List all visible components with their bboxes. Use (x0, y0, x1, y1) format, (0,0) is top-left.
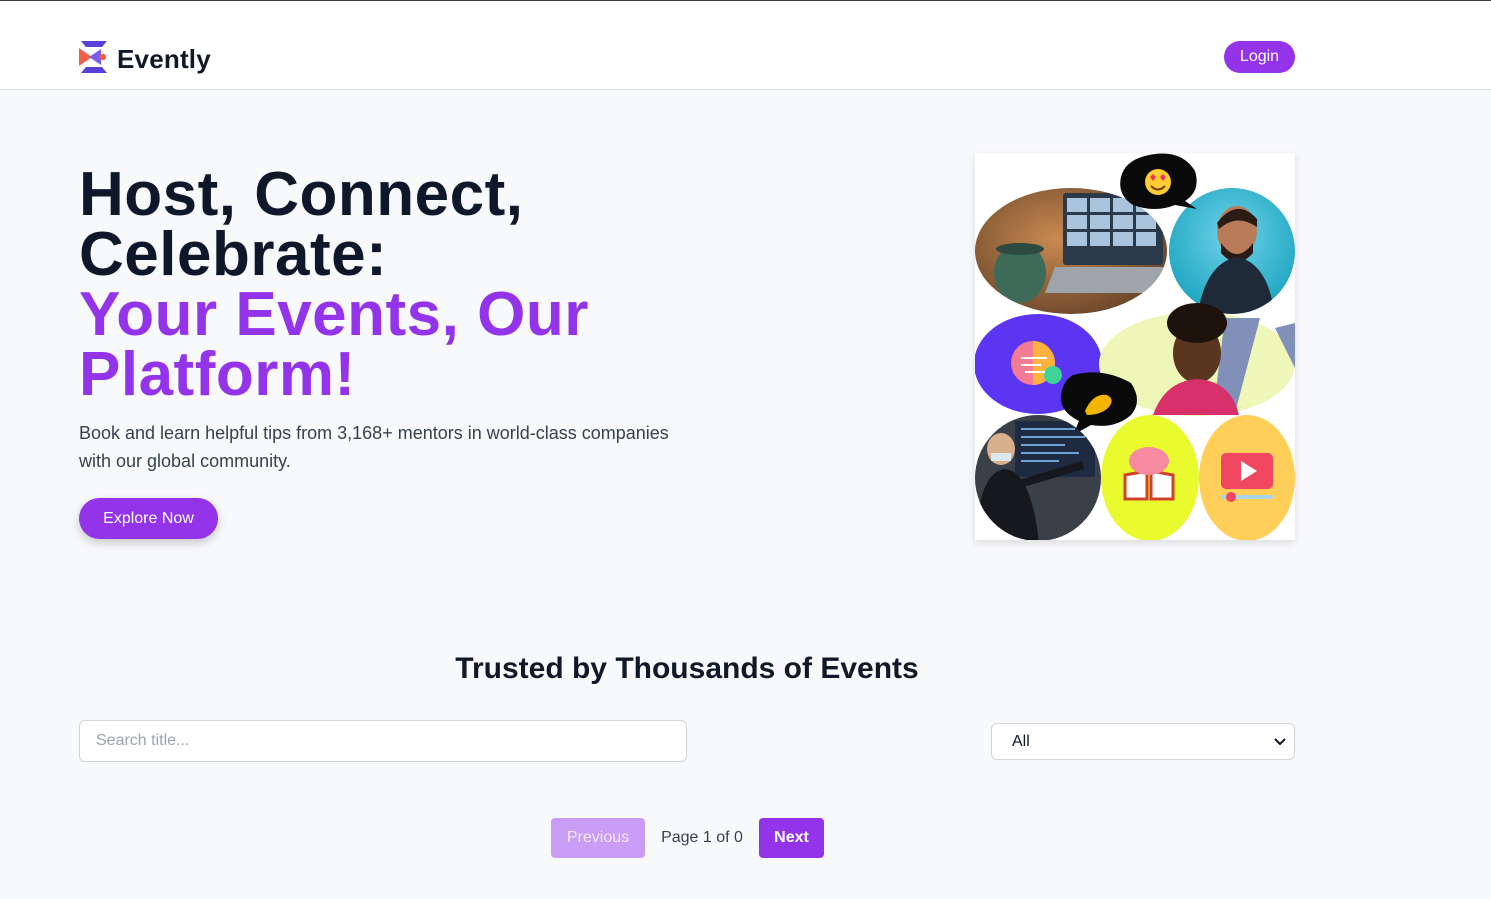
login-button[interactable]: Login (1224, 41, 1295, 73)
site-header: Evently Login (0, 1, 1491, 90)
hero-accent-line-2: Platform! (79, 340, 356, 409)
hero-title-line-2: Celebrate: (79, 220, 388, 289)
previous-button[interactable]: Previous (551, 818, 645, 858)
evently-logo-icon (79, 41, 109, 78)
next-button[interactable]: Next (759, 818, 824, 858)
search-input[interactable] (79, 720, 687, 762)
explore-now-button[interactable]: Explore Now (79, 498, 218, 539)
pagination: Previous Page 1 of 0 Next (551, 818, 824, 858)
hero-title: Host, Connect, Celebrate: Your Events, O… (79, 160, 779, 409)
chevron-down-icon (1274, 733, 1286, 751)
events-section-title: Trusted by Thousands of Events (455, 652, 919, 685)
category-select[interactable]: All (991, 723, 1295, 760)
page-indicator: Page 1 of 0 (661, 829, 743, 846)
brand[interactable]: Evently (79, 41, 211, 78)
hero-title-line-1: Host, Connect, (79, 160, 524, 229)
category-select-value: All (1012, 732, 1030, 750)
brand-name: Evently (117, 44, 211, 74)
heart-eyes-emoji-icon (1120, 153, 1197, 209)
hero-subtitle: Book and learn helpful tips from 3,168+ … (79, 423, 669, 471)
hero-collage-image (974, 153, 1295, 541)
hero-accent-line-1: Your Events, Our (79, 280, 589, 349)
